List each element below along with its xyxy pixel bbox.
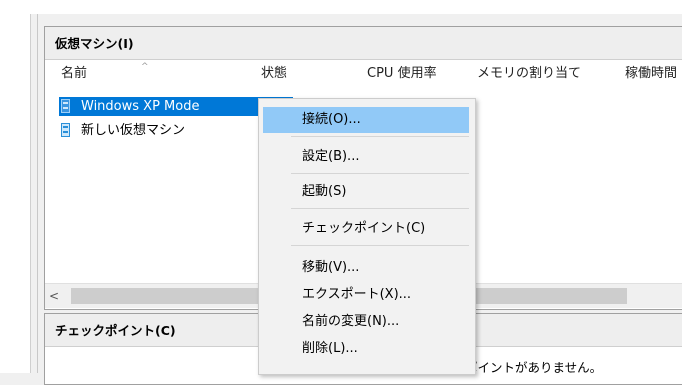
vm-name: Windows XP Mode xyxy=(81,99,200,114)
menu-separator xyxy=(291,208,469,209)
sort-ascending-icon: ^ xyxy=(141,62,149,72)
menu-separator xyxy=(291,173,469,174)
scroll-left-icon[interactable]: < xyxy=(49,284,59,308)
vm-row[interactable]: 新しい仮想マシン xyxy=(59,121,185,140)
no-checkpoints-text: ポイントがありません。 xyxy=(465,360,603,375)
menu-item-rename[interactable]: 名前の変更(N)... xyxy=(263,309,469,335)
column-header-state[interactable]: 状態 xyxy=(257,60,365,86)
menu-item-export[interactable]: エクスポート(X)... xyxy=(263,282,469,308)
menu-item-move[interactable]: 移動(V)... xyxy=(263,255,469,281)
menu-item-delete[interactable]: 削除(L)... xyxy=(263,336,469,362)
menu-item-settings[interactable]: 設定(B)... xyxy=(263,144,469,170)
virtual-machine-icon xyxy=(61,123,70,137)
column-header-name[interactable]: 名前 xyxy=(57,60,253,86)
navigation-pane[interactable] xyxy=(0,14,31,373)
vm-name: 新しい仮想マシン xyxy=(81,123,186,138)
menu-item-start[interactable]: 起動(S) xyxy=(263,179,469,205)
virtual-machine-icon xyxy=(61,99,70,113)
context-menu: 接続(O)... 設定(B)... 起動(S) チェックポイント(C) 移動(V… xyxy=(258,98,476,375)
menu-item-connect[interactable]: 接続(O)... xyxy=(263,107,469,133)
column-header-row: 名前 ^ 状態 CPU 使用率 メモリの割り当て 稼働時間 xyxy=(45,60,682,86)
top-bar xyxy=(0,0,682,14)
column-header-uptime[interactable]: 稼働時間 xyxy=(621,60,682,86)
column-header-cpu[interactable]: CPU 使用率 xyxy=(363,60,473,86)
vm-row-selected[interactable]: Windows XP Mode xyxy=(59,97,291,116)
menu-separator xyxy=(291,245,469,246)
menu-separator xyxy=(291,136,469,137)
pane-divider[interactable] xyxy=(37,14,38,373)
column-header-memory[interactable]: メモリの割り当て xyxy=(473,60,621,86)
menu-item-checkpoint[interactable]: チェックポイント(C) xyxy=(263,216,469,242)
vm-panel-title: 仮想マシン(I) xyxy=(45,27,682,60)
